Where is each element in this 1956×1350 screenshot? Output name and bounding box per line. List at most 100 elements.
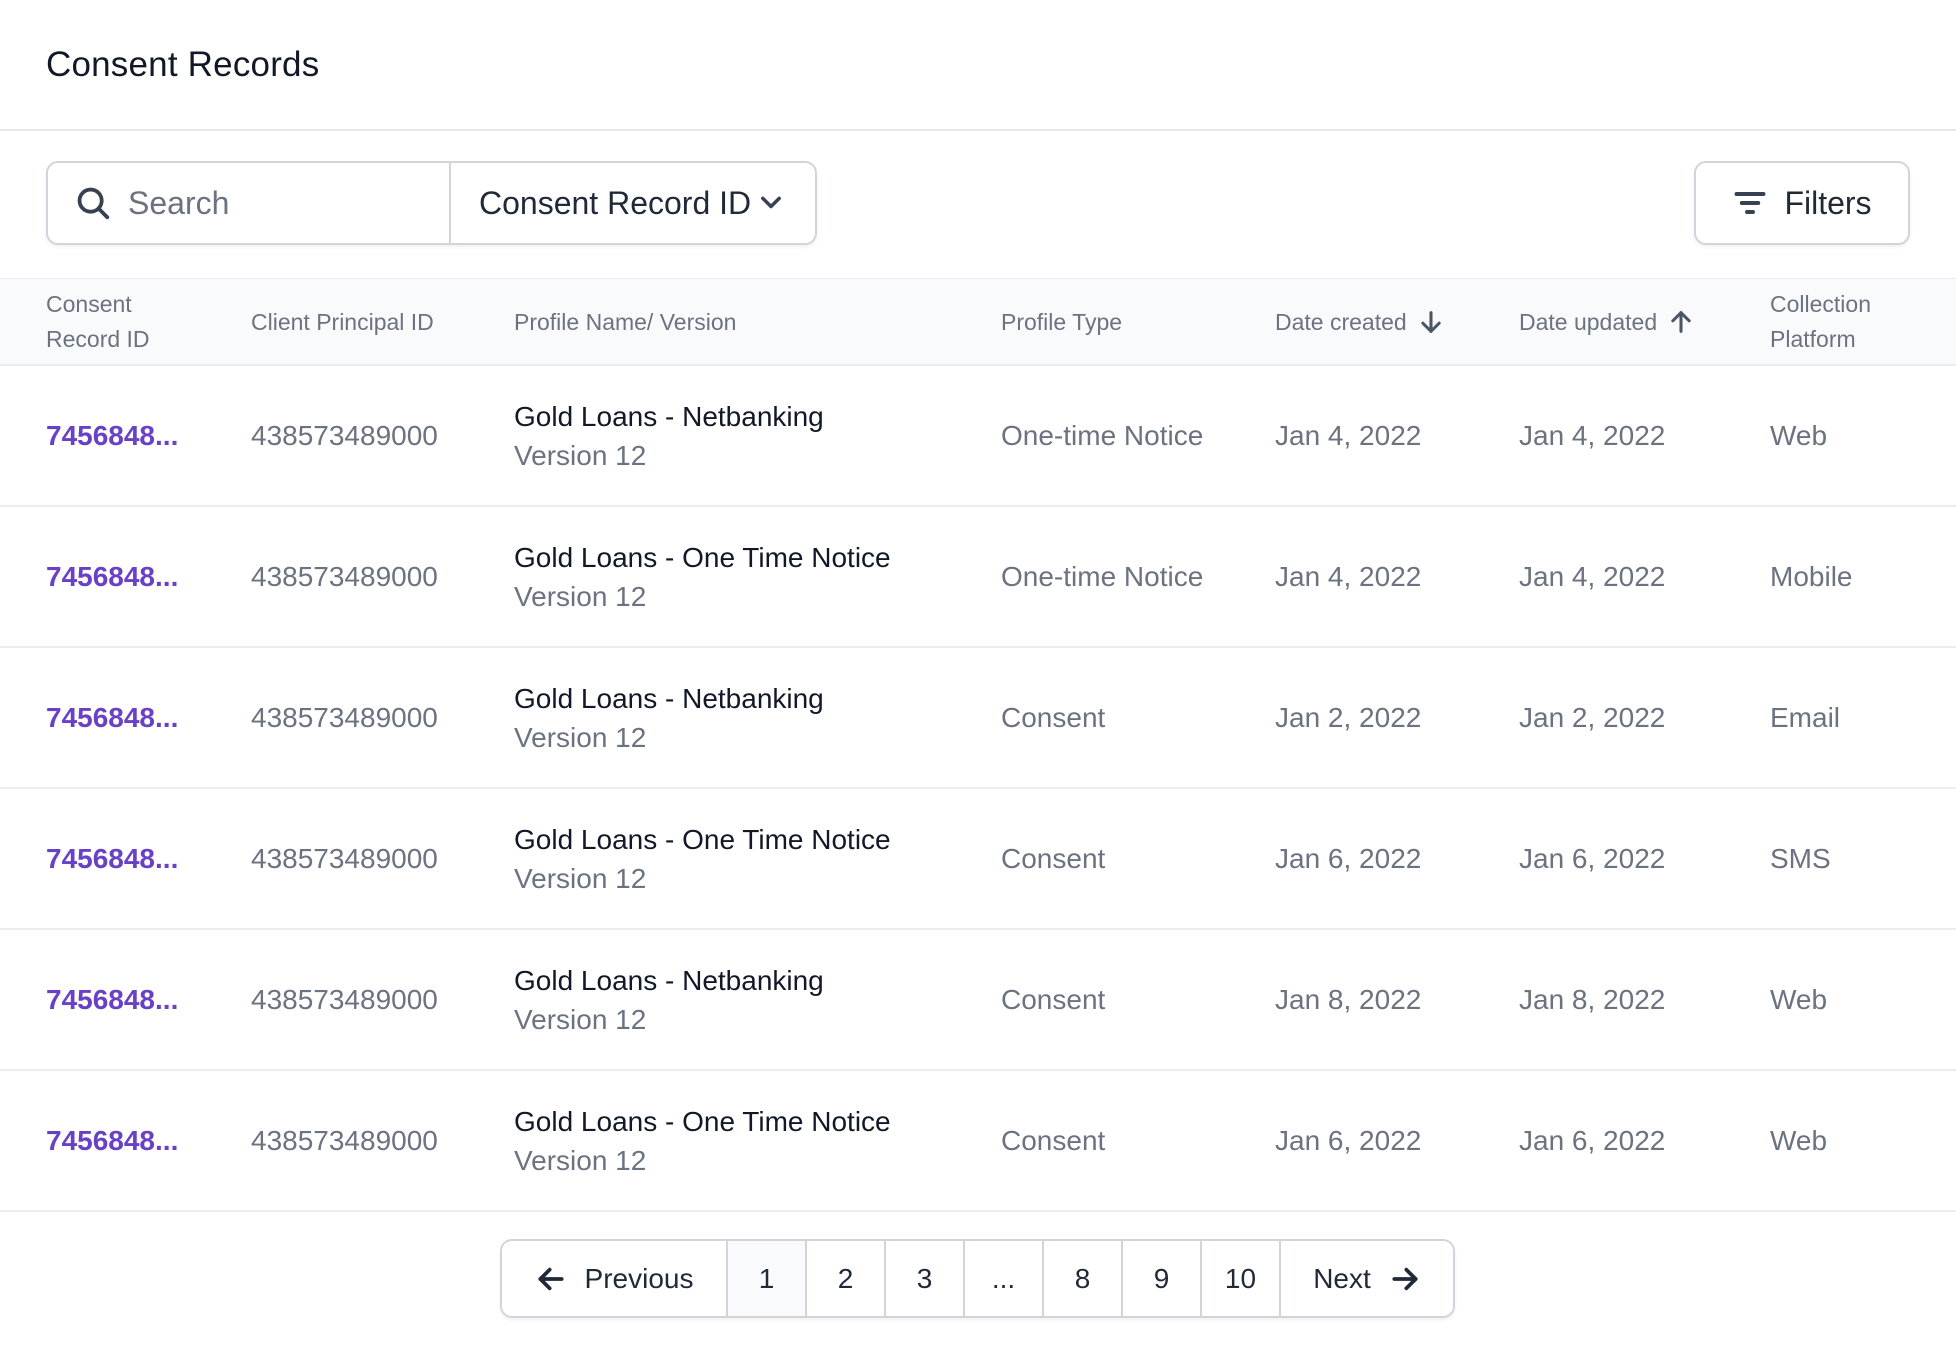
search-icon xyxy=(77,187,110,220)
profile-type: Consent xyxy=(1001,842,1106,874)
column-header-label: Profile Type xyxy=(1001,308,1123,335)
client-principal-id: 438573489000 xyxy=(251,419,438,451)
column-header-label: Client Principal ID xyxy=(251,308,434,335)
page-button-3[interactable]: 3 xyxy=(886,1241,965,1316)
profile-version: Version 12 xyxy=(514,439,647,471)
client-principal-id: 438573489000 xyxy=(251,701,438,733)
profile-type: One-time Notice xyxy=(1001,560,1204,592)
table-row[interactable]: 7456848... 438573489000 Gold Loans - Net… xyxy=(0,930,1956,1071)
app-root: Consent Records Consent Record ID xyxy=(0,0,1956,1318)
column-header-label: Platform xyxy=(1770,326,1856,352)
date-created: Jan 6, 2022 xyxy=(1275,1124,1422,1156)
table-row[interactable]: 7456848... 438573489000 Gold Loans - Net… xyxy=(0,648,1956,789)
profile-version: Version 12 xyxy=(514,721,647,753)
column-header-label: Profile Name/ Version xyxy=(514,308,737,335)
page-title: Consent Records xyxy=(46,44,320,84)
collection-platform: SMS xyxy=(1770,842,1831,874)
date-created: Jan 8, 2022 xyxy=(1275,983,1422,1015)
profile-name: Gold Loans - Netbanking xyxy=(514,964,824,996)
filters-button[interactable]: Filters xyxy=(1694,161,1910,245)
consent-record-id-link[interactable]: 7456848... xyxy=(46,930,178,1069)
profile-name-cell: Gold Loans - Netbanking Version 12 xyxy=(514,648,824,787)
profile-name-cell: Gold Loans - Netbanking Version 12 xyxy=(514,366,824,505)
arrow-up-icon xyxy=(1671,311,1691,333)
date-created: Jan 6, 2022 xyxy=(1275,842,1422,874)
date-updated: Jan 8, 2022 xyxy=(1519,983,1666,1015)
profile-name: Gold Loans - One Time Notice xyxy=(514,823,891,855)
profile-type: Consent xyxy=(1001,983,1106,1015)
profile-type: One-time Notice xyxy=(1001,419,1204,451)
client-principal-id: 438573489000 xyxy=(251,983,438,1015)
profile-name-cell: Gold Loans - Netbanking Version 12 xyxy=(514,930,824,1069)
client-principal-id: 438573489000 xyxy=(251,1124,438,1156)
column-header-consent-record-id[interactable]: Consent Record ID xyxy=(46,279,150,365)
profile-name-cell: Gold Loans - One Time Notice Version 12 xyxy=(514,507,891,646)
consent-record-id-link[interactable]: 7456848... xyxy=(46,507,178,646)
profile-type: Consent xyxy=(1001,701,1106,733)
date-created: Jan 4, 2022 xyxy=(1275,419,1422,451)
column-header-label: Record ID xyxy=(46,326,150,352)
search-by-selected-label: Consent Record ID xyxy=(479,184,752,221)
page-button-2[interactable]: 2 xyxy=(807,1241,886,1316)
consent-record-id-link[interactable]: 7456848... xyxy=(46,366,178,505)
consent-records-table: Consent Record ID Client Principal ID Pr… xyxy=(0,278,1956,1212)
column-header-collection-platform[interactable]: Collection Platform xyxy=(1770,279,1871,365)
search-input[interactable] xyxy=(128,184,428,222)
table-row[interactable]: 7456848... 438573489000 Gold Loans - Net… xyxy=(0,366,1956,507)
profile-version: Version 12 xyxy=(514,862,647,894)
arrow-left-icon xyxy=(537,1267,564,1290)
next-page-button[interactable]: Next xyxy=(1281,1241,1453,1316)
profile-name: Gold Loans - Netbanking xyxy=(514,682,824,714)
column-header-client-principal-id[interactable]: Client Principal ID xyxy=(251,279,434,365)
previous-page-button[interactable]: Previous xyxy=(502,1241,728,1316)
consent-record-id-link[interactable]: 7456848... xyxy=(46,789,178,928)
table-header: Consent Record ID Client Principal ID Pr… xyxy=(0,278,1956,366)
profile-version: Version 12 xyxy=(514,580,647,612)
collection-platform: Web xyxy=(1770,983,1828,1015)
toolbar: Consent Record ID Filters xyxy=(0,131,1956,278)
column-header-profile-type[interactable]: Profile Type xyxy=(1001,279,1122,365)
page-button-8[interactable]: 8 xyxy=(1044,1241,1123,1316)
search-by-dropdown[interactable]: Consent Record ID xyxy=(451,163,815,243)
date-created: Jan 2, 2022 xyxy=(1275,701,1422,733)
profile-name-cell: Gold Loans - One Time Notice Version 12 xyxy=(514,789,891,928)
column-header-label: Consent xyxy=(46,291,132,317)
column-header-profile-name[interactable]: Profile Name/ Version xyxy=(514,279,736,365)
column-header-label: Date created xyxy=(1275,308,1407,335)
chevron-down-icon xyxy=(761,196,782,209)
page-button-10[interactable]: 10 xyxy=(1202,1241,1281,1316)
profile-name: Gold Loans - Netbanking xyxy=(514,400,824,432)
table-row[interactable]: 7456848... 438573489000 Gold Loans - One… xyxy=(0,789,1956,930)
arrow-right-icon xyxy=(1392,1267,1418,1290)
search-group: Consent Record ID xyxy=(46,161,817,245)
column-header-label: Collection xyxy=(1770,291,1871,317)
client-principal-id: 438573489000 xyxy=(251,842,438,874)
consent-record-id-link[interactable]: 7456848... xyxy=(46,1071,178,1210)
collection-platform: Web xyxy=(1770,419,1828,451)
profile-version: Version 12 xyxy=(514,1144,647,1176)
date-updated: Jan 4, 2022 xyxy=(1519,419,1666,451)
search-field[interactable] xyxy=(48,163,451,243)
column-header-date-updated[interactable]: Date updated xyxy=(1519,279,1695,365)
arrow-down-icon xyxy=(1421,311,1441,333)
column-header-date-created[interactable]: Date created xyxy=(1275,279,1445,365)
page-header: Consent Records xyxy=(0,0,1956,131)
previous-label: Previous xyxy=(584,1262,694,1294)
page-ellipsis: ... xyxy=(965,1241,1044,1316)
date-updated: Jan 6, 2022 xyxy=(1519,842,1666,874)
table-row[interactable]: 7456848... 438573489000 Gold Loans - One… xyxy=(0,1071,1956,1212)
collection-platform: Email xyxy=(1770,701,1841,733)
date-created: Jan 4, 2022 xyxy=(1275,560,1422,592)
page-button-9[interactable]: 9 xyxy=(1123,1241,1202,1316)
pagination: Previous 1 2 3 ... 8 9 10 Next xyxy=(500,1239,1455,1318)
column-header-label: Date updated xyxy=(1519,308,1658,335)
profile-name: Gold Loans - One Time Notice xyxy=(514,541,891,573)
page-button-1[interactable]: 1 xyxy=(728,1241,807,1316)
next-label: Next xyxy=(1313,1262,1371,1294)
profile-name-cell: Gold Loans - One Time Notice Version 12 xyxy=(514,1071,891,1210)
date-updated: Jan 6, 2022 xyxy=(1519,1124,1666,1156)
consent-record-id-link[interactable]: 7456848... xyxy=(46,648,178,787)
filters-label: Filters xyxy=(1784,184,1872,221)
table-row[interactable]: 7456848... 438573489000 Gold Loans - One… xyxy=(0,507,1956,648)
date-updated: Jan 2, 2022 xyxy=(1519,701,1666,733)
